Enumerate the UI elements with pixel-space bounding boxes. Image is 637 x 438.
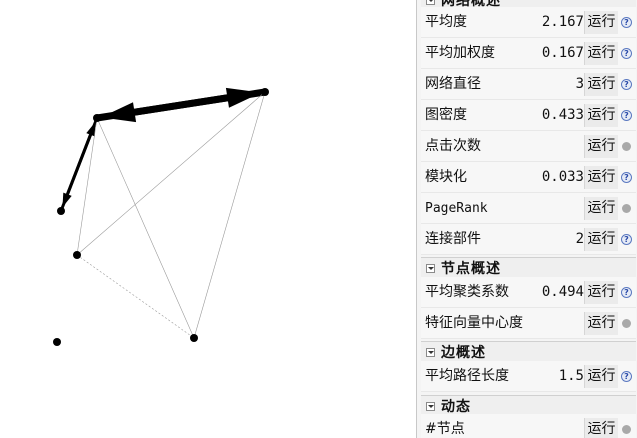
graph-node[interactable] — [93, 114, 101, 122]
help-icon[interactable]: ? — [621, 48, 632, 59]
help-icon[interactable]: ? — [621, 234, 632, 245]
status-dot-icon — [622, 319, 631, 328]
stat-row: 模块化 0.033 运行? — [421, 162, 636, 193]
stat-label: 模块化 — [425, 169, 467, 185]
graph-edge — [96, 117, 195, 339]
stat-row: 平均加权度 0.167 运行? — [421, 38, 636, 69]
run-button[interactable]: 运行 — [584, 312, 618, 335]
section-header-edge[interactable]: 边概述 — [421, 341, 636, 363]
stat-row: 平均聚类系数 0.494 运行? — [421, 277, 636, 308]
collapse-icon[interactable] — [426, 263, 435, 273]
stat-label: 点击次数 — [425, 138, 481, 154]
graph-canvas[interactable] — [0, 0, 416, 438]
stat-value: 2 — [575, 231, 584, 247]
stat-value: 3 — [575, 76, 584, 92]
collapse-icon[interactable] — [426, 0, 435, 5]
stat-label: PageRank — [425, 201, 488, 216]
graph-node[interactable] — [190, 334, 198, 342]
run-button[interactable]: 运行 — [584, 197, 618, 220]
run-button[interactable]: 运行 — [584, 418, 618, 438]
stat-row: 平均度 2.167 运行? — [421, 7, 636, 38]
run-button[interactable]: 运行 — [584, 73, 618, 96]
stat-label: 连接部件 — [425, 231, 481, 247]
run-button[interactable]: 运行 — [584, 166, 618, 189]
edge-arrowhead — [86, 121, 96, 137]
run-button[interactable]: 运行 — [584, 228, 618, 251]
help-icon[interactable]: ? — [621, 110, 632, 121]
stat-row: PageRank 运行 — [421, 193, 636, 224]
stat-row: 平均路径长度 1.5 运行? — [421, 361, 636, 392]
section-title-edge: 边概述 — [441, 345, 486, 361]
help-icon[interactable]: ? — [621, 17, 632, 28]
status-dot-icon — [622, 425, 631, 434]
graph-edge — [193, 91, 266, 339]
stat-label: 平均路径长度 — [425, 368, 509, 384]
help-icon[interactable]: ? — [621, 172, 632, 183]
stat-row: 连接部件 2 运行? — [421, 224, 636, 255]
run-button[interactable]: 运行 — [584, 104, 618, 127]
stat-label: 平均度 — [425, 14, 467, 30]
section-title-node: 节点概述 — [441, 261, 501, 277]
graph-edge — [76, 117, 98, 256]
stat-row: #节点 运行 — [421, 414, 636, 438]
section-title-dynamic: 动态 — [441, 399, 471, 415]
stat-row: 点击次数 运行 — [421, 131, 636, 162]
graph-node[interactable] — [261, 88, 269, 96]
status-dot-icon — [622, 204, 631, 213]
stat-value: 0.167 — [541, 45, 584, 61]
collapse-icon[interactable] — [426, 347, 435, 357]
graph-node[interactable] — [73, 251, 81, 259]
stat-row: 特征向量中心度 运行 — [421, 308, 636, 339]
stat-label: 图密度 — [425, 107, 467, 123]
stat-label: 平均聚类系数 — [425, 284, 509, 300]
run-button[interactable]: 运行 — [584, 135, 618, 158]
stat-label: #节点 — [425, 421, 465, 437]
run-button[interactable]: 运行 — [584, 281, 618, 304]
statistics-panel: 网络概述 节点概述 边概述 动态 平均度 2.167 运行? 平均加权度 0.167 运行… — [416, 0, 637, 438]
graph-edge — [59, 134, 92, 212]
collapse-icon[interactable] — [426, 401, 435, 411]
stat-value: 0.033 — [541, 169, 584, 185]
stat-value: 0.433 — [541, 107, 584, 123]
stat-row: 图密度 0.433 运行? — [421, 100, 636, 131]
run-button[interactable]: 运行 — [584, 11, 618, 34]
status-dot-icon — [622, 142, 631, 151]
graph-edge — [96, 94, 228, 122]
run-button[interactable]: 运行 — [584, 365, 618, 388]
stat-row: 网络直径 3 运行? — [421, 69, 636, 100]
stat-label: 网络直径 — [425, 76, 481, 92]
stat-value: 0.494 — [541, 284, 584, 300]
section-header-node[interactable]: 节点概述 — [421, 257, 636, 279]
stat-value: 1.5 — [558, 368, 584, 384]
graph-node[interactable] — [57, 207, 65, 215]
stat-label: 特征向量中心度 — [425, 315, 523, 331]
help-icon[interactable]: ? — [621, 371, 632, 382]
run-button[interactable]: 运行 — [584, 42, 618, 65]
graph-node[interactable] — [53, 338, 61, 346]
stat-label: 平均加权度 — [425, 45, 495, 61]
stat-value: 2.167 — [541, 14, 584, 30]
help-icon[interactable]: ? — [621, 287, 632, 298]
help-icon[interactable]: ? — [621, 79, 632, 90]
graph-edge — [76, 254, 195, 339]
